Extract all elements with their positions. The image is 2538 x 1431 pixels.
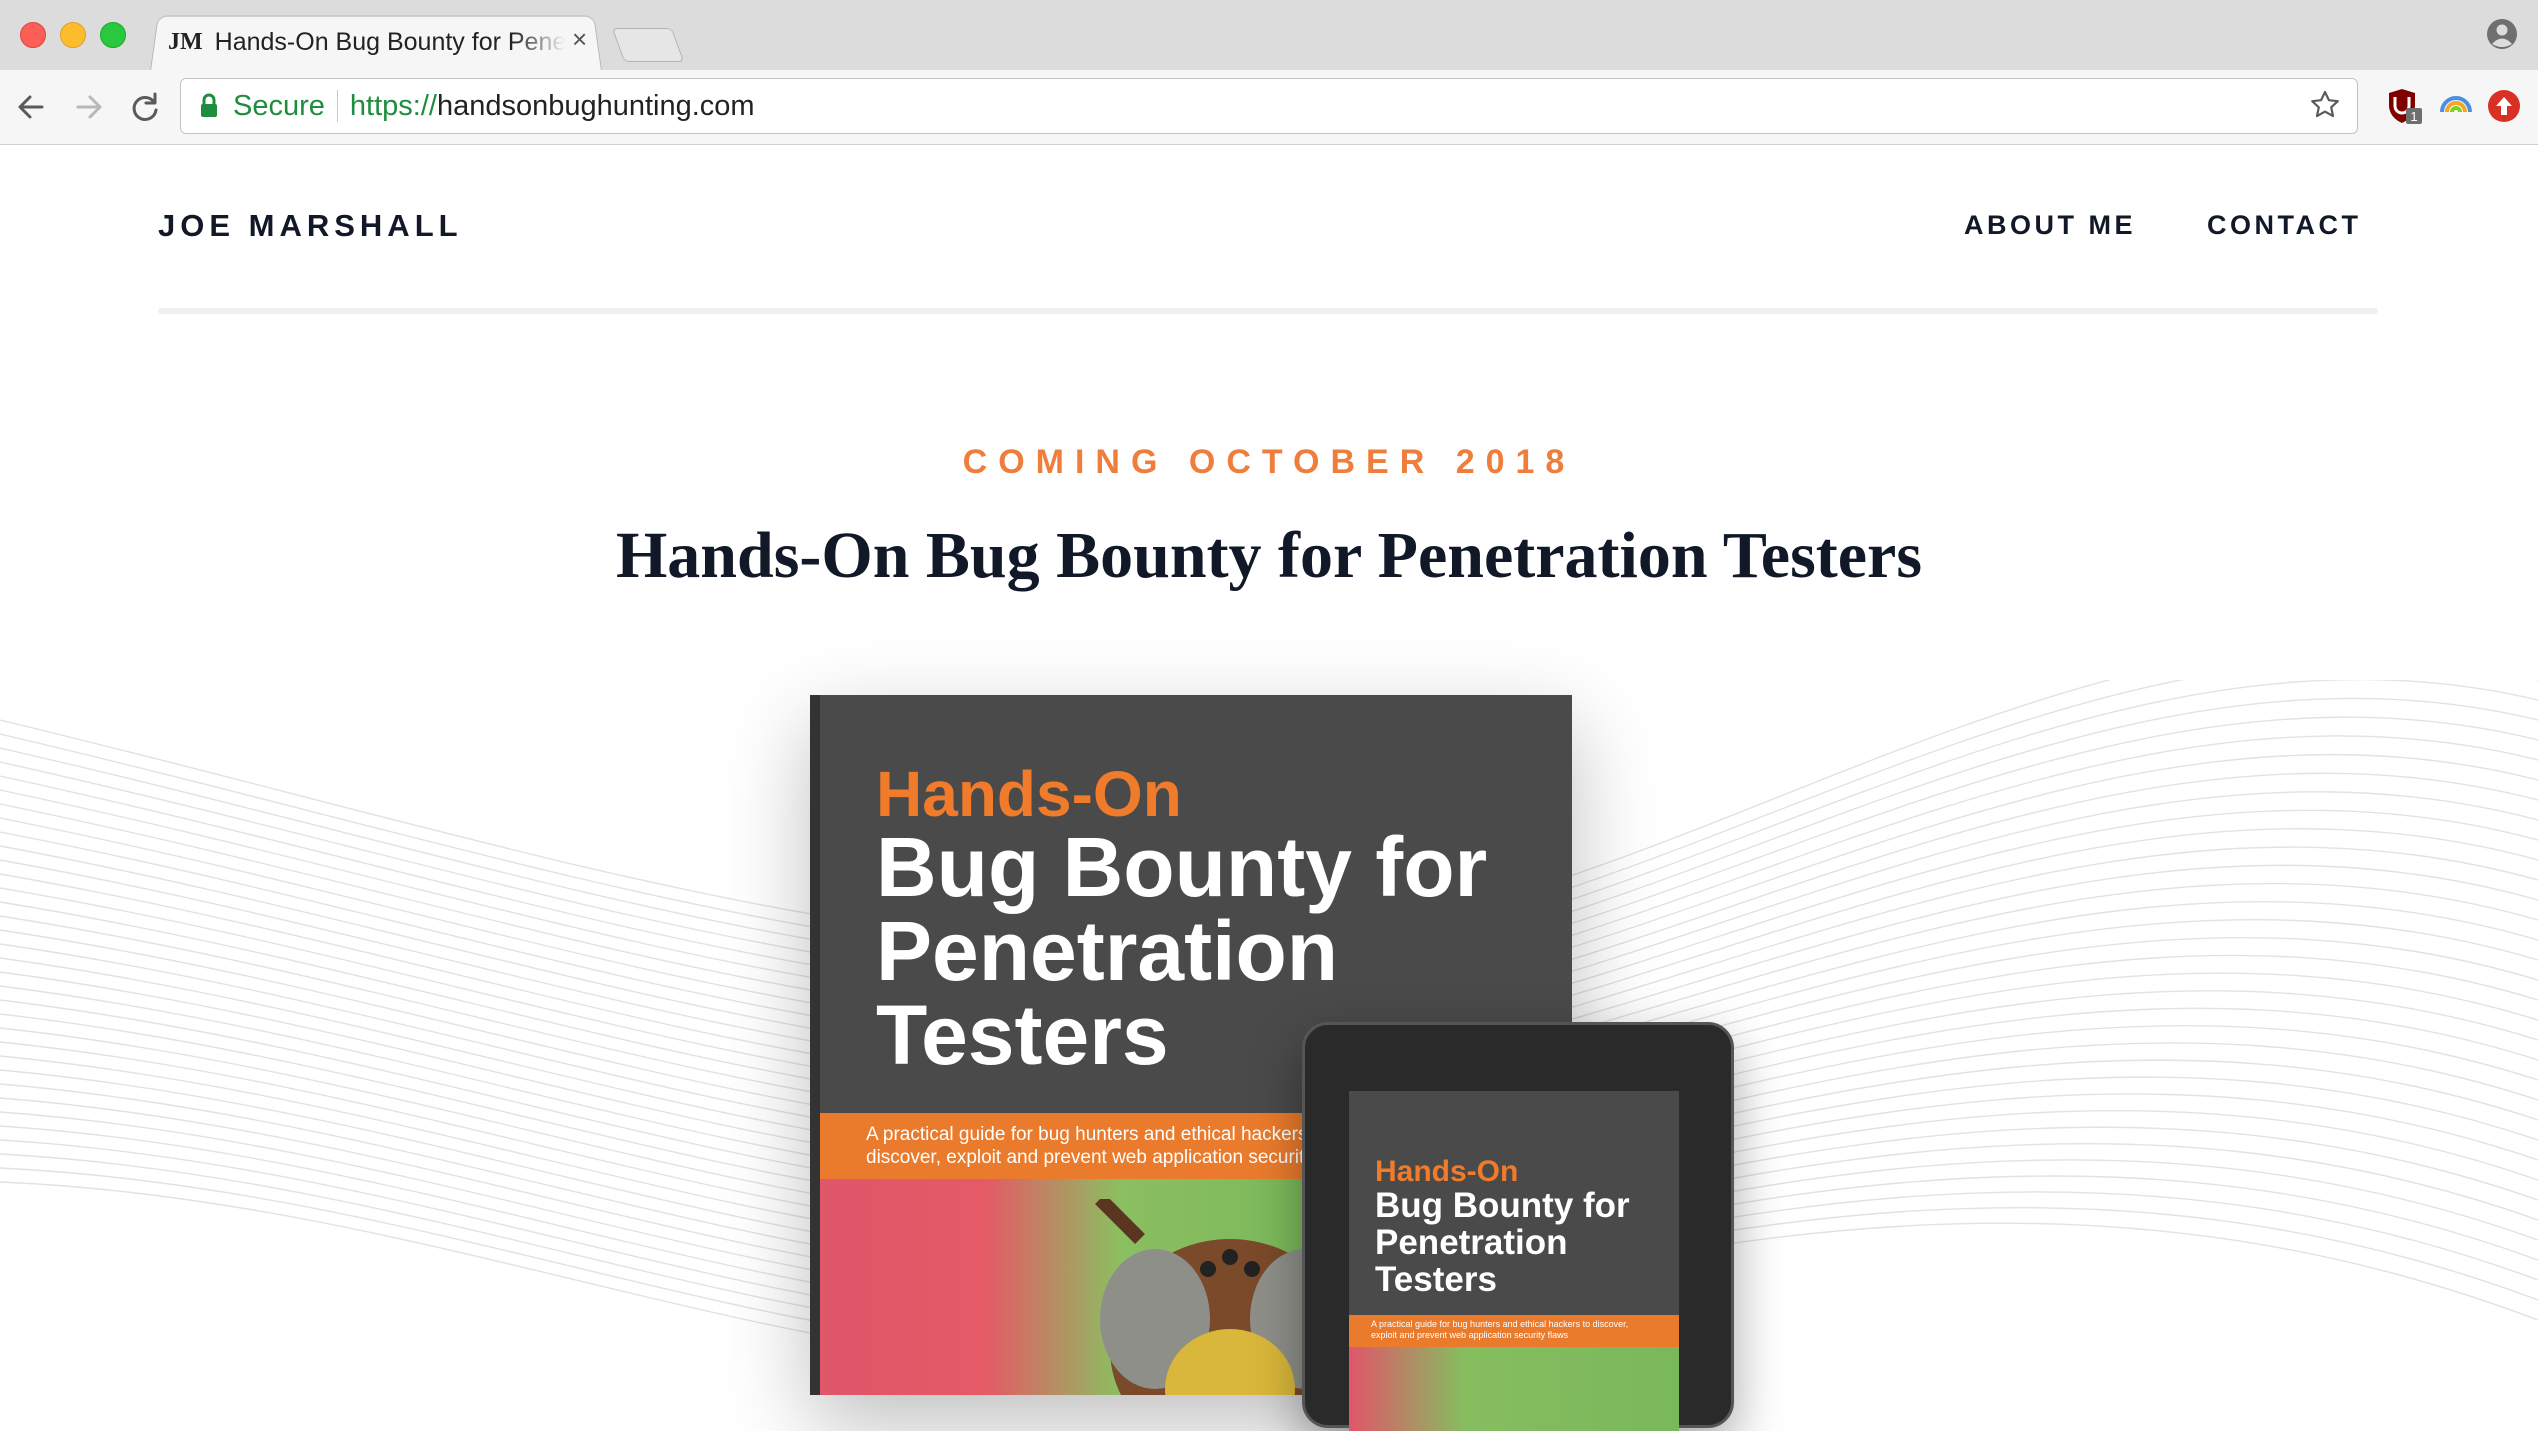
url-host: handsonbughunting.com [436,89,755,122]
tablet-cover-title-line1: Hands-On [1375,1155,1519,1188]
browser-tab-content[interactable]: JM Hands-On Bug Bounty for Penetration T… [168,22,588,62]
address-bar[interactable]: Secure https://handsonbughunting.com [180,78,2358,134]
header-divider [158,308,2378,314]
tab-close-icon[interactable]: × [572,24,587,55]
forward-arrow-icon[interactable] [70,88,108,126]
bookmark-star-icon[interactable] [2309,89,2341,121]
browser-tabstrip: JM Hands-On Bug Bounty for Penetration T… [0,0,2538,71]
window-close-button[interactable] [20,22,46,48]
window-minimize-button[interactable] [60,22,86,48]
ext-badge-count: 1 [2410,109,2417,124]
lock-icon [201,93,217,117]
tablet-cover-subtitle: A practical guide for bug hunters and et… [1371,1319,1629,1340]
release-date-eyebrow: COMING OCTOBER 2018 [962,443,1576,481]
tablet-cover-photo [1349,1347,1679,1431]
window-zoom-button[interactable] [100,22,126,48]
tablet-cover-title-line2: Bug Bounty for Penetration Testers [1375,1186,1630,1299]
site-header: JOE MARSHALL ABOUT ME CONTACT [0,145,2538,315]
site-brand-logo[interactable]: JOE MARSHALL [158,208,463,244]
back-arrow-icon[interactable] [12,88,50,126]
reload-icon[interactable] [126,88,164,126]
tablet-screen: Hands-On Bug Bounty for Penetration Test… [1349,1091,1679,1431]
omnibox-divider [336,90,338,122]
nav-about-me-link[interactable]: ABOUT ME [1964,210,2136,241]
site-favicon-icon: JM [168,28,203,55]
new-tab-button[interactable] [611,28,685,62]
url-scheme: https:// [349,89,437,122]
nav-contact-link[interactable]: CONTACT [2207,210,2361,241]
tablet-mockup-image: Hands-On Bug Bounty for Penetration Test… [1302,1022,1734,1431]
ublock-shield-icon[interactable]: 1 [2384,86,2424,126]
rainbow-arc-extension-icon[interactable] [2436,86,2476,126]
secure-label: Secure [233,89,325,122]
upload-arrow-extension-icon[interactable] [2484,86,2524,126]
profile-icon[interactable] [2486,18,2518,50]
tab-title: Hands-On Bug Bounty for Penetration Test… [214,27,565,56]
book-cover-subtitle: A practical guide for bug hunters and et… [866,1124,1363,1168]
tablet-cover-orange-band: A practical guide for bug hunters and et… [1349,1315,1679,1347]
page-title: Hands-On Bug Bounty for Penetration Test… [615,519,1923,592]
browser-toolbar: Secure https://handsonbughunting.com 1 [0,70,2538,145]
